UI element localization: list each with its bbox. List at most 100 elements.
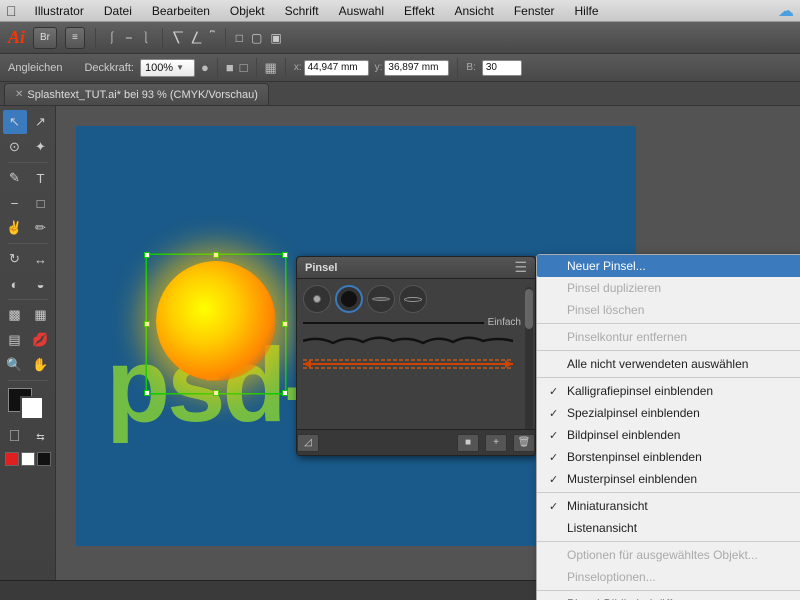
hand-tool[interactable]: ✋ [29,353,53,377]
ctx-check-pattern: ✓ [549,473,563,486]
ctx-check-calligraphy: ✓ [549,385,563,398]
blend-tool[interactable]: ◒ [29,272,53,296]
magic-wand-tool[interactable]: ✦ [29,135,53,159]
ctx-show-calligraphy[interactable]: ✓ Kalligrafiepinsel einblenden [537,380,800,402]
stroke-color[interactable] [20,396,44,420]
align-left-icon[interactable]: ⎰ [106,29,118,46]
handle-tm[interactable] [213,252,219,258]
brush-thumb-4[interactable] [399,285,427,313]
arrange3-icon[interactable]: □ [240,60,248,75]
zoom-tool[interactable]: 🔍 [3,353,27,377]
panel-header: Pinsel ☰ [297,257,535,279]
bridge-button[interactable]: Br [33,27,57,49]
distribute3-icon[interactable]: ⎴ [210,30,215,45]
tool-row-2: ⊙ ✦ [3,135,53,159]
rect-tool[interactable]: □ [29,191,53,215]
direct-selection-tool[interactable]: ↗ [29,110,53,134]
ctx-show-bristle[interactable]: ✓ Borstenpinsel einblenden [537,446,800,468]
ctx-delete-brush: Pinsel löschen [537,299,800,321]
lasso-tool[interactable]: ⊙ [3,135,27,159]
dropbox-icon[interactable]: ☁ [778,1,794,21]
menu-datei[interactable]: Datei [102,4,134,18]
handle-mr[interactable] [282,321,288,327]
distribute-icon[interactable]: ⎲ [173,30,184,45]
rotate-tool[interactable]: ↻ [3,247,27,271]
tab-close-icon[interactable]: ✕ [15,89,23,100]
ctx-thumbnail-view[interactable]: ✓ Miniaturansicht [537,495,800,517]
warp-tool[interactable]: ◐ [3,272,27,296]
mesh-tool[interactable]: ▦ [29,303,53,327]
panel-delete-btn[interactable]: 🗑 [513,434,535,452]
menu-bearbeiten[interactable]: Bearbeiten [150,4,212,18]
column-graph-tool[interactable]: ▩ [3,303,27,327]
menu-effekt[interactable]: Effekt [402,4,436,18]
style-icon[interactable]: ● [201,60,209,75]
opacity-dropdown[interactable]: 100% ▼ [140,59,195,77]
brush-thumb-1[interactable] [303,285,331,313]
ctx-list-view[interactable]: Listenansicht [537,517,800,539]
menu-auswahl[interactable]: Auswahl [337,4,386,18]
panel-lib-icon[interactable]: ◿ [297,434,319,452]
eyedropper-tool[interactable]: 💋 [29,328,53,352]
panel-menu-button[interactable]: ☰ [514,259,527,276]
align-center-icon[interactable]: ⎯ [126,30,132,45]
brush-thumb-3[interactable] [367,285,395,313]
ctx-sep-3 [537,377,800,378]
ctx-show-scatter[interactable]: ✓ Spezialpinsel einblenden [537,402,800,424]
type-tool[interactable]: T [29,166,53,190]
scale-tool[interactable]: ↔ [29,247,53,271]
line-tool[interactable]: ⎯ [3,191,27,215]
selection-tool[interactable]: ↖ [3,110,27,134]
ctx-open-library[interactable]: Pinsel-Bibliothek öffnen ▶ [537,593,800,600]
align-right-icon[interactable]: ⎱ [140,29,152,46]
y-value[interactable]: 36,897 mm [384,60,449,76]
menu-schrift[interactable]: Schrift [283,4,321,18]
apple-logo[interactable]:  [6,3,17,19]
gradient-tool[interactable]: ▤ [3,328,27,352]
paintbrush-tool[interactable]: ✌ [3,216,27,240]
panel-new-btn[interactable]: ■ [457,434,479,452]
handle-tr[interactable] [282,252,288,258]
menu-hilfe[interactable]: Hilfe [573,4,601,18]
none-icon[interactable]: ⎕ [3,425,27,449]
black-swatch[interactable] [37,452,51,466]
pencil-tool[interactable]: ✏ [29,216,53,240]
menu-ansicht[interactable]: Ansicht [452,4,495,18]
color-boxes[interactable] [6,388,50,424]
ctx-show-art[interactable]: ✓ Bildpinsel einblenden [537,424,800,446]
panel-new-brush-btn[interactable]: + [485,434,507,452]
transform-icon[interactable]: □ [236,31,243,45]
panel-scrollbar-thumb[interactable] [525,289,533,329]
ctx-sep-1 [537,323,800,324]
menu-objekt[interactable]: Objekt [228,4,267,18]
brush-thumb-2[interactable] [335,285,363,313]
red-swatch[interactable] [5,452,19,466]
handle-bl[interactable] [144,390,150,396]
w-value[interactable]: 30 [482,60,522,76]
canvas-area[interactable]: psd-tut Pinsel ☰ [56,106,800,600]
handle-br[interactable] [282,390,288,396]
arrange2-icon[interactable]: ■ [226,60,234,75]
menu-fenster[interactable]: Fenster [512,4,557,18]
tool-row-4: ⎯ □ [3,191,53,215]
ctx-select-unused[interactable]: Alle nicht verwendeten auswählen [537,353,800,375]
transform3-icon[interactable]: ▣ [270,31,281,45]
arrange-button[interactable]: ≡ [65,27,85,49]
menu-illustrator[interactable]: Illustrator [33,4,86,18]
swap-colors-icon[interactable]: ⇆ [29,425,53,449]
ctx-new-brush[interactable]: Neuer Pinsel... [537,255,800,277]
panel-scrollbar[interactable] [525,287,533,452]
pen-tool[interactable]: ✎ [3,166,27,190]
context-menu: Neuer Pinsel... Pinsel duplizieren Pinse… [536,254,800,600]
transform2-icon[interactable]: ▢ [251,31,262,45]
distribute2-icon[interactable]: ⎳ [191,30,202,45]
handle-bm[interactable] [213,390,219,396]
ctx-show-pattern[interactable]: ✓ Musterpinsel einblenden [537,468,800,490]
x-value[interactable]: 44,947 mm [304,60,369,76]
handle-tl[interactable] [144,252,150,258]
white-swatch[interactable] [21,452,35,466]
brush-preview-area: Einfach [303,317,521,374]
handle-ml[interactable] [144,321,150,327]
document-tab[interactable]: ✕ Splashtext_TUT.ai* bei 93 % (CMYK/Vors… [4,83,269,105]
grid-icon[interactable]: ▦ [265,60,277,76]
